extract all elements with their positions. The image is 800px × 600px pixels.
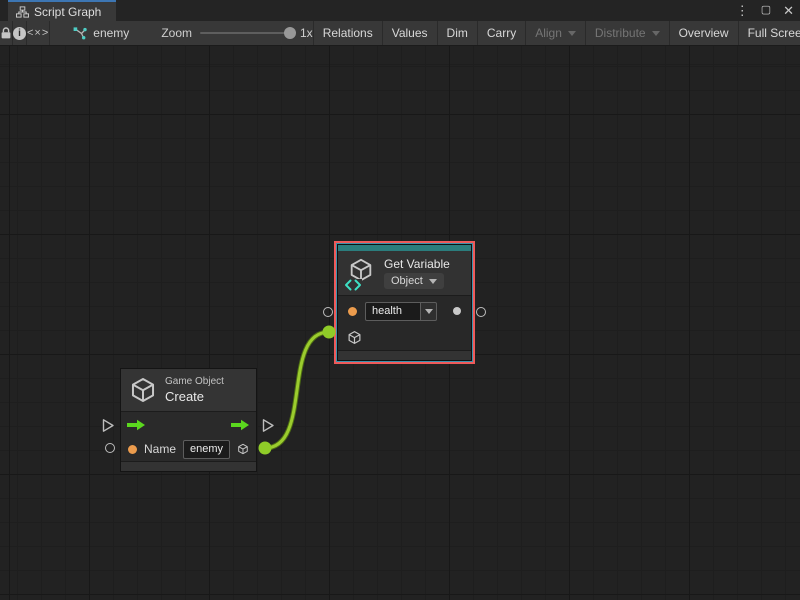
zoom-value: 1x xyxy=(300,26,313,40)
variable-name-dropdown-button[interactable] xyxy=(421,302,437,321)
flow-input-arrow-icon[interactable] xyxy=(127,419,146,431)
tab-title: Script Graph xyxy=(34,5,101,19)
node-footer xyxy=(338,350,471,360)
name-input-connection-port[interactable] xyxy=(105,443,115,453)
dim-button[interactable]: Dim xyxy=(437,21,477,45)
flow-output-arrow-icon[interactable] xyxy=(231,419,250,431)
variable-chevrons-icon xyxy=(344,279,362,291)
script-graph-asset-icon xyxy=(72,26,87,40)
fullscreen-button[interactable]: Full Screen xyxy=(738,21,800,45)
value-output-connection-port[interactable] xyxy=(476,307,486,317)
name-input-field[interactable]: enemy xyxy=(183,440,230,459)
graph-canvas[interactable]: Game Object Create xyxy=(0,46,800,600)
align-dropdown[interactable]: Align xyxy=(525,21,585,45)
carry-button[interactable]: Carry xyxy=(477,21,525,45)
relations-label: Relations xyxy=(323,26,373,40)
values-button[interactable]: Values xyxy=(382,21,437,45)
values-label: Values xyxy=(392,26,428,40)
distribute-dropdown[interactable]: Distribute xyxy=(585,21,669,45)
maximize-icon[interactable]: ▢ xyxy=(761,5,771,16)
control-input-port[interactable] xyxy=(102,418,115,433)
breadcrumb-graph-name: enemy xyxy=(93,26,129,40)
lock-button[interactable] xyxy=(0,21,13,45)
name-port-label: Name xyxy=(144,442,176,456)
overview-label: Overview xyxy=(679,26,729,40)
relations-button[interactable]: Relations xyxy=(313,21,382,45)
chevron-down-icon xyxy=(429,279,437,284)
zoom-slider[interactable] xyxy=(200,32,292,34)
overview-button[interactable]: Overview xyxy=(669,21,738,45)
title-bar: Script Graph ⋮ ▢ ✕ xyxy=(0,0,800,21)
code-preview-button[interactable]: <×> xyxy=(27,21,50,45)
gameobject-output-port-icon[interactable] xyxy=(237,441,249,457)
graph-toolbar: i <×> enemy Zoom 1x Relations Values xyxy=(0,21,800,46)
chevron-down-icon xyxy=(425,309,433,314)
lock-icon xyxy=(0,27,12,40)
carry-label: Carry xyxy=(487,26,516,40)
node-footer xyxy=(121,461,256,471)
distribute-label: Distribute xyxy=(595,26,646,40)
window-controls: ⋮ ▢ ✕ xyxy=(736,0,794,21)
fullscreen-label: Full Screen xyxy=(748,26,800,40)
variable-name-field[interactable]: health xyxy=(365,302,421,321)
zoom-control: Zoom 1x xyxy=(161,21,312,45)
object-input-port-icon[interactable] xyxy=(347,330,362,345)
breadcrumb[interactable]: enemy xyxy=(72,21,129,45)
node-supertitle: Game Object xyxy=(165,376,224,387)
connected-port-source[interactable] xyxy=(259,442,272,455)
scope-value: Object xyxy=(391,275,423,287)
get-variable-icon xyxy=(346,257,376,289)
variable-name-port-icon[interactable] xyxy=(348,307,357,316)
control-output-port[interactable] xyxy=(262,418,275,433)
inspect-button[interactable]: i xyxy=(13,21,27,45)
string-input-port-icon[interactable] xyxy=(128,445,137,454)
close-icon[interactable]: ✕ xyxy=(783,4,794,17)
align-label: Align xyxy=(535,26,562,40)
code-icon: <×> xyxy=(27,27,49,39)
info-icon: i xyxy=(13,27,26,40)
zoom-label: Zoom xyxy=(161,26,192,40)
node-title: Get Variable xyxy=(384,257,450,271)
variable-scope-dropdown[interactable]: Object xyxy=(384,273,444,289)
value-output-port-icon[interactable] xyxy=(453,307,461,315)
node-title: Create xyxy=(165,389,224,404)
info-glyph: i xyxy=(18,28,21,39)
script-graph-window: Script Graph ⋮ ▢ ✕ i <×> xyxy=(0,0,800,600)
game-object-cube-icon xyxy=(129,376,157,404)
dim-label: Dim xyxy=(447,26,468,40)
tab-script-graph[interactable]: Script Graph xyxy=(8,0,116,21)
node-game-object-create[interactable]: Game Object Create xyxy=(120,368,257,472)
variable-name-combo[interactable]: health xyxy=(365,302,437,321)
zoom-slider-handle[interactable] xyxy=(284,27,296,39)
graph-hierarchy-icon xyxy=(16,6,29,18)
node-get-variable[interactable]: Get Variable Object health xyxy=(334,241,475,364)
variable-name-connection-port[interactable] xyxy=(323,307,333,317)
more-menu-icon[interactable]: ⋮ xyxy=(736,4,749,17)
toolbar-buttons: Relations Values Dim Carry Align Distrib… xyxy=(313,21,800,45)
connected-port-target[interactable] xyxy=(323,326,336,339)
